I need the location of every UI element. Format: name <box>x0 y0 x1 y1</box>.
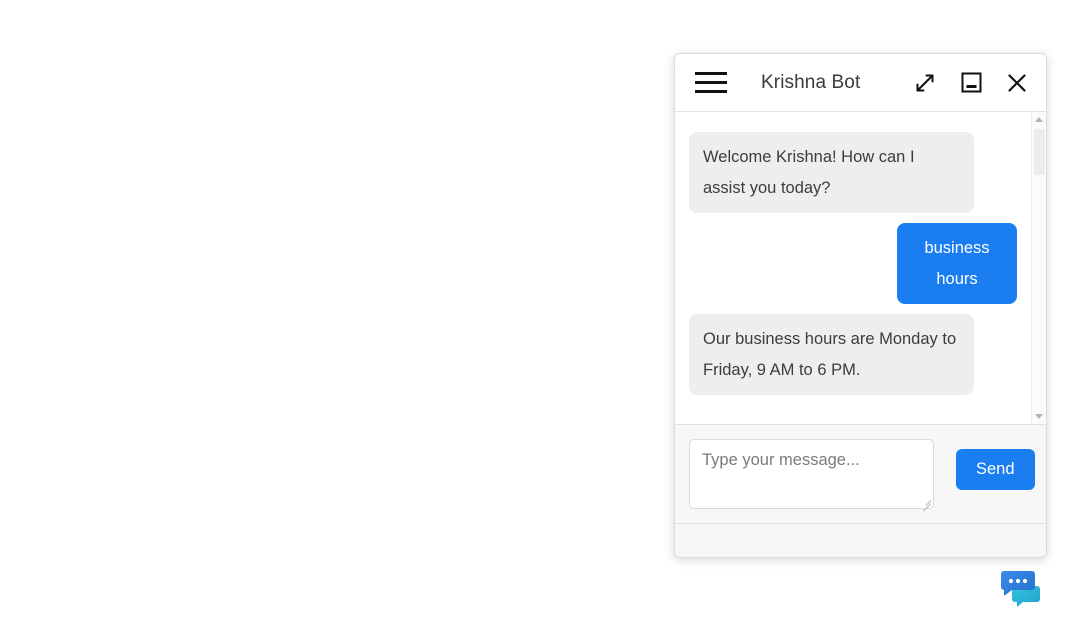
hamburger-bar <box>695 81 727 84</box>
message-row-user: business hours <box>689 223 1017 305</box>
chat-body: Welcome Krishna! How can I assist you to… <box>675 112 1046 424</box>
chat-header: Krishna Bot <box>675 54 1046 112</box>
chat-window: Krishna Bot Welcome Krishna! How can I a… <box>674 53 1047 558</box>
scroll-down-triangle <box>1035 414 1043 419</box>
messages-scrollbar[interactable] <box>1031 112 1046 424</box>
scroll-down-arrow-icon[interactable] <box>1032 409 1047 424</box>
chat-title: Krishna Bot <box>761 71 861 93</box>
scroll-up-arrow-icon[interactable] <box>1032 112 1047 127</box>
chat-input-area: Send <box>675 424 1046 523</box>
message-bubble-user: business hours <box>897 223 1017 305</box>
header-actions <box>912 70 1030 96</box>
expand-diagonal-icon[interactable] <box>912 70 938 96</box>
message-list: Welcome Krishna! How can I assist you to… <box>675 112 1031 424</box>
close-x-icon[interactable] <box>1004 70 1030 96</box>
minimize-window-icon[interactable] <box>958 70 984 96</box>
message-input-wrapper <box>689 439 934 512</box>
message-row-bot: Welcome Krishna! How can I assist you to… <box>689 132 1017 214</box>
scrollbar-track[interactable] <box>1031 127 1046 409</box>
chat-footer <box>675 523 1046 557</box>
message-row-bot: Our business hours are Monday to Friday,… <box>689 314 1017 396</box>
hamburger-menu-icon[interactable] <box>695 70 727 96</box>
hamburger-bar <box>695 90 727 93</box>
hamburger-bar <box>695 72 727 75</box>
send-button[interactable]: Send <box>956 449 1035 490</box>
message-bubble-bot: Welcome Krishna! How can I assist you to… <box>689 132 975 214</box>
scroll-up-triangle <box>1035 117 1043 122</box>
message-bubble-bot: Our business hours are Monday to Friday,… <box>689 314 975 396</box>
message-input[interactable] <box>689 439 934 509</box>
scrollbar-thumb[interactable] <box>1033 129 1045 175</box>
chat-bubbles-icon <box>1001 571 1040 607</box>
page-root: Krishna Bot Welcome Krishna! How can I a… <box>0 0 1073 635</box>
chat-launcher-button[interactable] <box>997 566 1047 610</box>
